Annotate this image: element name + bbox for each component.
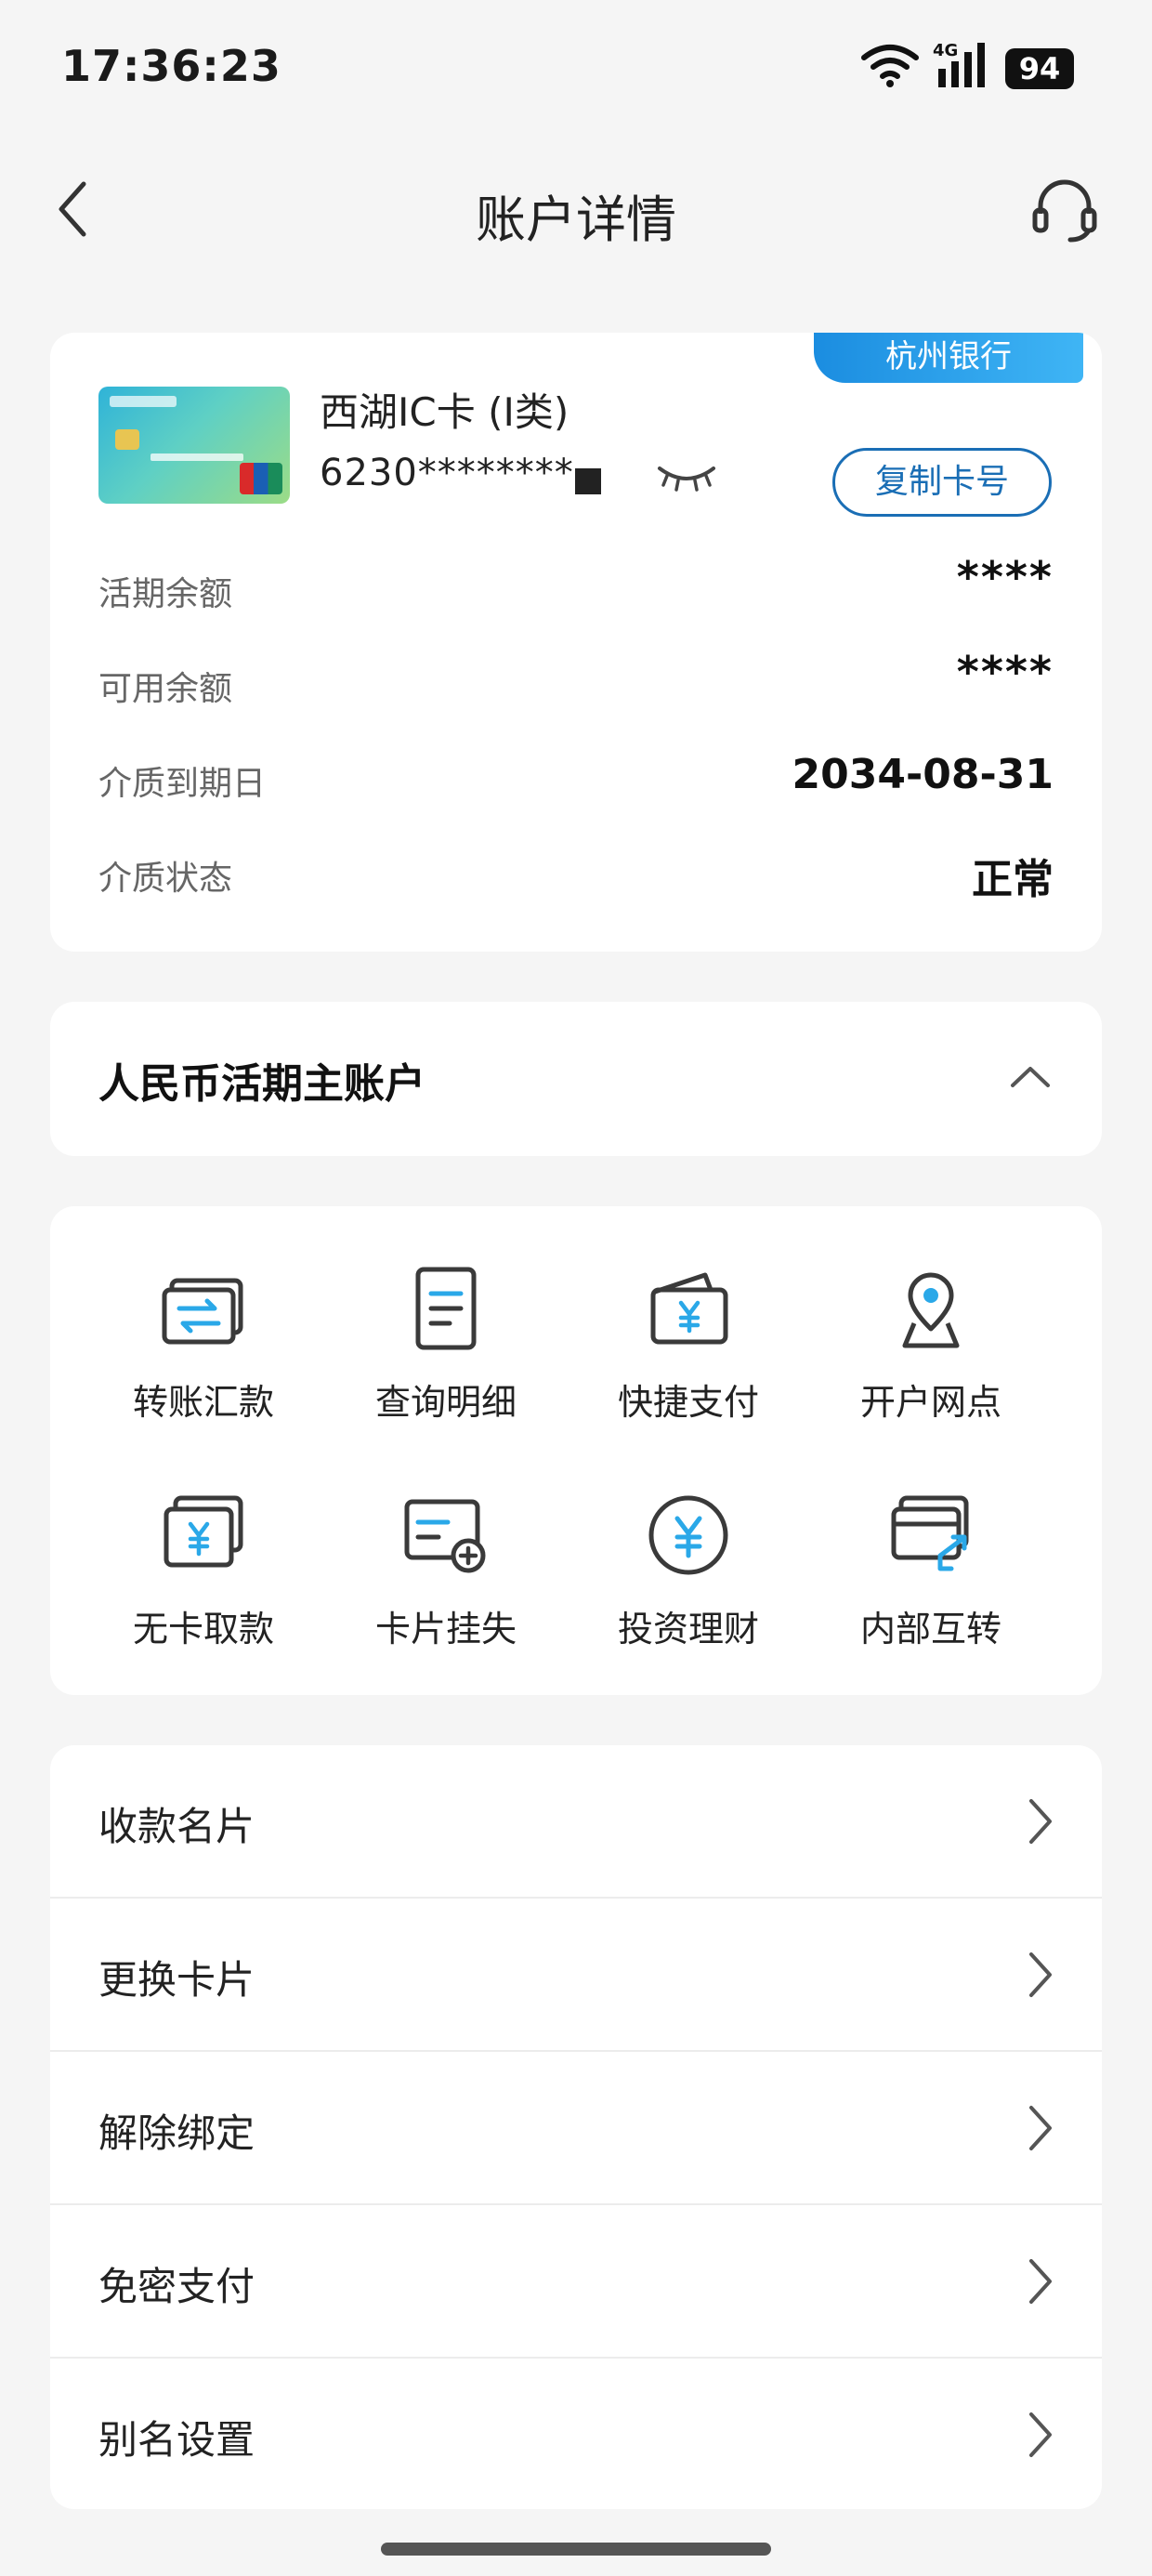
internal-transfer-icon: [891, 1495, 969, 1571]
info-row-available-balance: 可用余额 ****: [98, 647, 1054, 710]
action-internal-transfer[interactable]: 内部互转: [819, 1491, 1042, 1676]
chevron-right-icon: [1029, 1799, 1052, 1844]
info-value: 2034-08-31: [792, 751, 1054, 798]
info-label: 活期余额: [98, 575, 233, 613]
info-value: ****: [956, 647, 1054, 697]
card-number-strip: [151, 453, 243, 461]
info-value: ****: [956, 552, 1054, 602]
account-details-screen: 17:36:23 4G 94 账户详情 杭州银行 西湖IC卡 (I类) 6230…: [0, 0, 1152, 2576]
menu-item-label: 免密支付: [98, 2264, 255, 2309]
card-name: 西湖IC卡 (I类): [320, 389, 569, 435]
redaction-mark: [575, 468, 601, 494]
eye-closed-icon[interactable]: [654, 461, 719, 494]
battery-indicator: 94: [1005, 48, 1074, 89]
info-row-expiry-date: 介质到期日 2034-08-31: [98, 749, 1054, 805]
nav-bar: 账户详情: [0, 139, 1152, 279]
account-card: 杭州银行 西湖IC卡 (I类) 6230******** 复制卡号 活期余额 *…: [50, 333, 1102, 952]
currency-account-title: 人民币活期主账户: [98, 1060, 425, 1108]
cardless-withdraw-icon: [164, 1495, 243, 1568]
investment-icon: [648, 1495, 728, 1575]
quick-pay-icon: [650, 1272, 728, 1345]
action-investment[interactable]: 投资理财: [577, 1491, 800, 1676]
card-chip: [115, 429, 139, 450]
transfer-icon: [162, 1278, 243, 1345]
action-cardless-withdraw[interactable]: 无卡取款: [92, 1491, 315, 1676]
unionpay-logo: [240, 463, 282, 494]
action-quick-pay[interactable]: 快捷支付: [577, 1264, 800, 1450]
customer-service-headset-icon[interactable]: [1028, 173, 1102, 247]
page-title: 账户详情: [476, 191, 676, 249]
card-number: 6230********: [320, 452, 574, 494]
chevron-right-icon: [1029, 1952, 1052, 1997]
network-type-label: 4G: [933, 41, 958, 60]
menu-item-payment-card[interactable]: 收款名片: [50, 1745, 1102, 1899]
wifi-icon: [861, 45, 919, 87]
menu-item-label: 解除绑定: [98, 2110, 255, 2156]
status-time: 17:36:23: [61, 41, 281, 91]
status-bar: 17:36:23 4G 94: [0, 0, 1152, 139]
info-label: 介质状态: [98, 860, 233, 898]
action-branch-locator[interactable]: 开户网点: [819, 1264, 1042, 1450]
settings-menu: 收款名片 更换卡片 解除绑定 免密支付 别名设置: [50, 1745, 1102, 2509]
info-row-card-status: 介质状态 正常: [98, 844, 1054, 903]
action-label: 投资理财: [617, 1609, 759, 1649]
home-indicator[interactable]: [381, 2543, 771, 2556]
location-pin-icon: [902, 1272, 960, 1348]
menu-item-unbind[interactable]: 解除绑定: [50, 2052, 1102, 2205]
currency-account-header[interactable]: 人民币活期主账户: [50, 1002, 1102, 1156]
menu-item-password-free-pay[interactable]: 免密支付: [50, 2205, 1102, 2359]
info-label: 介质到期日: [98, 765, 267, 803]
action-label: 转账汇款: [132, 1382, 274, 1423]
info-row-current-balance: 活期余额 ****: [98, 552, 1054, 615]
bank-badge: 杭州银行: [814, 333, 1083, 383]
menu-item-replace-card[interactable]: 更换卡片: [50, 1899, 1102, 2052]
action-transfer[interactable]: 转账汇款: [92, 1264, 315, 1450]
action-label: 内部互转: [859, 1609, 1001, 1649]
card-report-loss-icon: [404, 1499, 486, 1573]
chevron-right-icon: [1029, 2106, 1052, 2150]
action-label: 开户网点: [859, 1382, 1001, 1423]
menu-item-label: 更换卡片: [98, 1957, 255, 2003]
menu-item-label: 别名设置: [98, 2417, 255, 2463]
chevron-up-icon[interactable]: [1007, 1058, 1054, 1095]
action-report-loss[interactable]: 卡片挂失: [334, 1491, 557, 1676]
statement-icon: [415, 1267, 477, 1350]
quick-actions-grid: 转账汇款 查询明细 快捷支付 开户网点 无卡取款 卡片挂失 投资理财 内部互转: [50, 1206, 1102, 1695]
menu-item-alias-settings[interactable]: 别名设置: [50, 2359, 1102, 2509]
cellular-signal-icon: 4G: [933, 41, 985, 87]
card-image: [98, 387, 290, 504]
chevron-right-icon: [1029, 2412, 1052, 2457]
menu-item-label: 收款名片: [98, 1804, 255, 1849]
action-label: 查询明细: [374, 1382, 517, 1423]
action-label: 无卡取款: [132, 1609, 274, 1649]
chevron-right-icon: [1029, 2259, 1052, 2304]
info-label: 可用余额: [98, 670, 233, 708]
info-value: 正常: [972, 856, 1054, 903]
copy-card-number-button[interactable]: 复制卡号: [832, 448, 1052, 517]
action-label: 卡片挂失: [374, 1609, 517, 1649]
action-statement[interactable]: 查询明细: [334, 1264, 557, 1450]
action-label: 快捷支付: [617, 1382, 759, 1423]
card-logo: [110, 396, 177, 407]
